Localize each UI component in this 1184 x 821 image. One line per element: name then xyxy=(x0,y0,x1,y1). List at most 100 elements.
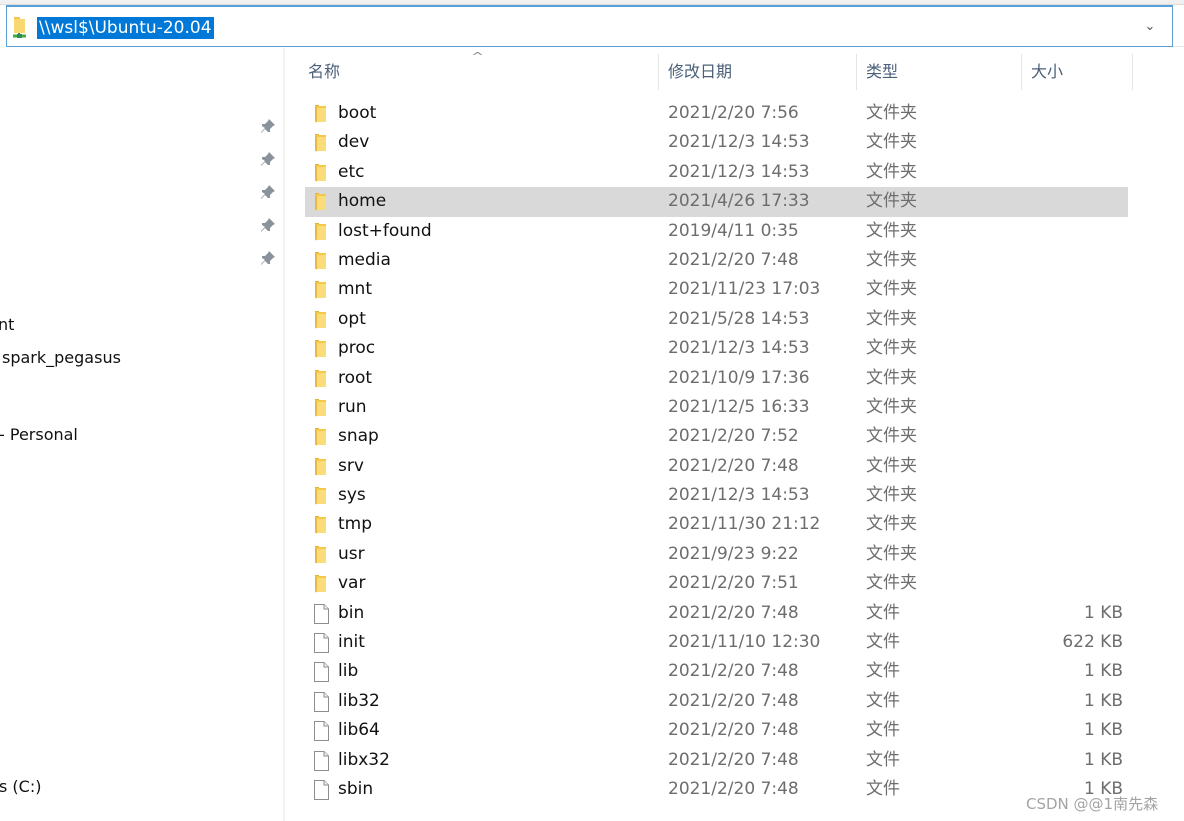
file-type: 文件夹 xyxy=(866,543,917,564)
file-date-modified: 2021/12/3 14:53 xyxy=(668,161,810,182)
file-date-modified: 2021/2/20 7:52 xyxy=(668,426,799,447)
column-divider[interactable] xyxy=(856,54,857,90)
file-row[interactable]: sys 2021/12/3 14:53 文件夹 xyxy=(305,481,1128,510)
file-type: 文件 xyxy=(866,749,900,770)
column-divider[interactable] xyxy=(658,54,659,90)
folder-icon xyxy=(313,251,329,271)
file-date-modified: 2021/10/9 17:36 xyxy=(668,367,810,388)
folder-icon xyxy=(313,222,329,242)
file-name: media xyxy=(338,249,391,270)
file-date-modified: 2021/2/20 7:51 xyxy=(668,573,799,594)
file-size: 622 KB xyxy=(1062,632,1123,653)
pin-icon[interactable] xyxy=(260,217,276,233)
file-type: 文件夹 xyxy=(866,573,917,594)
pin-icon[interactable] xyxy=(260,184,276,200)
file-row[interactable]: var 2021/2/20 7:51 文件夹 xyxy=(305,569,1128,598)
file-date-modified: 2021/2/20 7:56 xyxy=(668,103,799,123)
file-row[interactable]: lib64 2021/2/20 7:48 文件 1 KB xyxy=(305,716,1128,745)
folder-icon xyxy=(313,486,329,506)
folder-icon xyxy=(313,280,329,300)
file-type: 文件夹 xyxy=(866,191,917,212)
sidebar-item[interactable]: nt xyxy=(0,314,14,336)
file-type: 文件夹 xyxy=(866,396,917,417)
file-name: home xyxy=(338,191,387,212)
file-row[interactable]: root 2021/10/9 17:36 文件夹 xyxy=(305,364,1128,393)
file-row[interactable]: mnt 2021/11/23 17:03 文件夹 xyxy=(305,275,1128,304)
file-row[interactable]: etc 2021/12/3 14:53 文件夹 xyxy=(305,158,1128,187)
file-date-modified: 2021/12/3 14:53 xyxy=(668,132,810,153)
file-date-modified: 2021/5/28 14:53 xyxy=(668,308,810,329)
file-row[interactable]: lib32 2021/2/20 7:48 文件 1 KB xyxy=(305,687,1128,716)
file-name: etc xyxy=(338,161,365,182)
file-row[interactable]: snap 2021/2/20 7:52 文件夹 xyxy=(305,422,1128,451)
file-row[interactable]: init 2021/11/10 12:30 文件 622 KB xyxy=(305,628,1128,657)
file-type: 文件夹 xyxy=(866,132,917,153)
file-row[interactable]: run 2021/12/5 16:33 文件夹 xyxy=(305,393,1128,422)
column-header-date[interactable]: 修改日期 xyxy=(660,52,856,92)
column-header-size[interactable]: 大小 xyxy=(1023,52,1132,92)
folder-icon xyxy=(313,104,329,124)
file-date-modified: 2021/12/5 16:33 xyxy=(668,396,810,417)
file-row[interactable]: proc 2021/12/3 14:53 文件夹 xyxy=(305,334,1128,363)
file-row[interactable]: home 2021/4/26 17:33 文件夹 xyxy=(305,187,1128,217)
file-name: srv xyxy=(338,455,364,476)
file-name: sbin xyxy=(338,778,374,799)
file-size: 1 KB xyxy=(1083,720,1123,741)
file-list: boot 2021/2/20 7:56 文件夹 dev 2021/12/3 14:53 文… xyxy=(305,99,1128,804)
file-icon xyxy=(313,633,329,654)
sidebar-item[interactable]: s (C:) xyxy=(0,776,41,798)
column-header-name[interactable]: 名称 xyxy=(300,52,658,92)
sidebar-item[interactable]: - Personal xyxy=(0,424,78,446)
column-divider[interactable] xyxy=(1021,54,1022,90)
file-name: var xyxy=(338,573,366,594)
file-row[interactable]: sbin 2021/2/20 7:48 文件 1 KB xyxy=(305,775,1128,804)
chevron-down-icon[interactable]: ⌄ xyxy=(1140,16,1160,38)
file-row[interactable]: dev 2021/12/3 14:53 文件夹 xyxy=(305,128,1128,157)
address-path-input[interactable]: \\wsl$\Ubuntu-20.04 xyxy=(37,17,214,39)
file-row[interactable]: media 2021/2/20 7:48 文件夹 xyxy=(305,246,1128,275)
file-type: 文件夹 xyxy=(866,455,917,476)
file-name: lib xyxy=(338,661,359,682)
folder-icon xyxy=(313,545,329,565)
file-type: 文件夹 xyxy=(866,103,917,123)
address-bar[interactable]: \\wsl$\Ubuntu-20.04 ⌄ xyxy=(6,5,1173,47)
pin-icon[interactable] xyxy=(260,151,276,167)
file-row[interactable]: bin 2021/2/20 7:48 文件 1 KB xyxy=(305,599,1128,628)
file-type: 文件夹 xyxy=(866,338,917,359)
file-name: boot xyxy=(338,103,377,123)
file-row[interactable]: libx32 2021/2/20 7:48 文件 1 KB xyxy=(305,746,1128,775)
file-date-modified: 2019/4/11 0:35 xyxy=(668,220,799,241)
file-type: 文件 xyxy=(866,778,900,799)
folder-icon xyxy=(313,369,329,389)
file-row[interactable]: srv 2021/2/20 7:48 文件夹 xyxy=(305,452,1128,481)
file-name: snap xyxy=(338,426,379,447)
file-type: 文件夹 xyxy=(866,279,917,300)
file-name: dev xyxy=(338,132,370,153)
file-row[interactable]: usr 2021/9/23 9:22 文件夹 xyxy=(305,540,1128,569)
file-icon xyxy=(313,603,329,624)
sidebar-item[interactable]: spark_pegasus xyxy=(2,347,121,369)
file-type: 文件 xyxy=(866,690,900,711)
file-type: 文件 xyxy=(866,720,900,741)
file-name: lib32 xyxy=(338,690,380,711)
pin-icon[interactable] xyxy=(260,118,276,134)
file-row[interactable]: lost+found 2019/4/11 0:35 文件夹 xyxy=(305,217,1128,246)
pin-icon[interactable] xyxy=(260,250,276,266)
file-name: run xyxy=(338,396,367,417)
watermark: CSDN @@1南先森 xyxy=(1026,795,1159,813)
file-row[interactable]: opt 2021/5/28 14:53 文件夹 xyxy=(305,305,1128,334)
file-name: lib64 xyxy=(338,720,380,741)
file-name: lost+found xyxy=(338,220,432,241)
file-date-modified: 2021/4/26 17:33 xyxy=(668,191,810,212)
file-row[interactable]: boot 2021/2/20 7:56 文件夹 xyxy=(305,99,1128,128)
folder-icon xyxy=(313,457,329,477)
file-row[interactable]: lib 2021/2/20 7:48 文件 1 KB xyxy=(305,657,1128,686)
column-header-type[interactable]: 类型 xyxy=(858,52,1021,92)
file-date-modified: 2021/11/23 17:03 xyxy=(668,279,821,300)
column-divider[interactable] xyxy=(1132,54,1133,90)
file-date-modified: 2021/2/20 7:48 xyxy=(668,778,799,799)
file-row[interactable]: tmp 2021/11/30 21:12 文件夹 xyxy=(305,510,1128,539)
pane-divider[interactable] xyxy=(283,48,285,821)
folder-icon xyxy=(313,133,329,153)
folder-icon xyxy=(313,192,329,212)
